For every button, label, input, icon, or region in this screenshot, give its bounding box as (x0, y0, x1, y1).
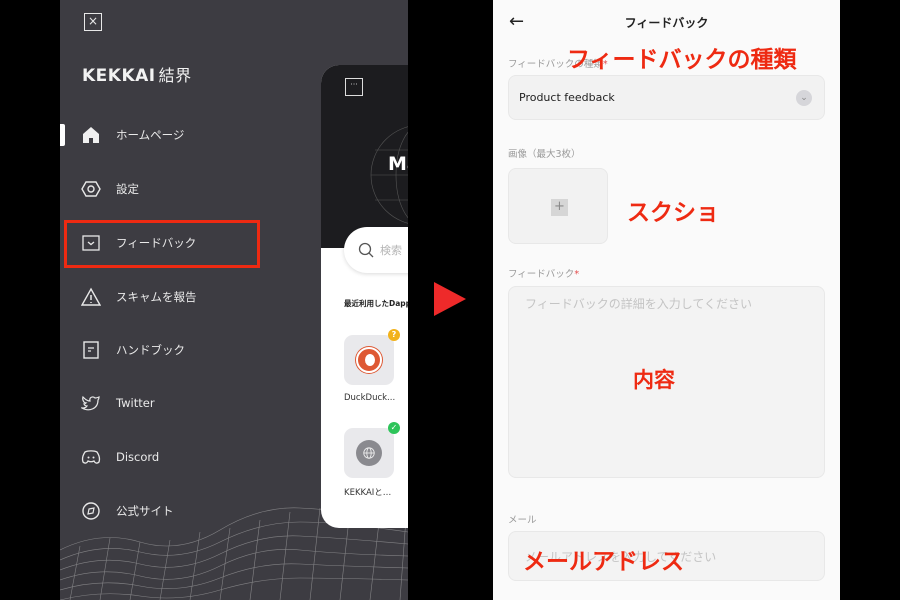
plus-icon: + (551, 199, 568, 216)
card-more-button[interactable]: ··· (345, 78, 363, 96)
screen: × KEKKAI 結界 ホームページ 設定 フィードバック スキャムを報告 ハン… (0, 0, 900, 600)
feedback-placeholder: フィードバックの詳細を入力してください (525, 297, 753, 311)
menu-item-settings[interactable]: 設定 (80, 176, 139, 202)
feedback-type-select[interactable]: Product feedback ⌄ (508, 75, 825, 120)
home-card-peek: ··· Ma 検索 最近利用したDapp ? DuckDuck... ✓ (321, 65, 408, 528)
image-upload-button[interactable]: + (508, 168, 608, 244)
card-search-bar[interactable]: 検索 (344, 227, 408, 273)
warning-triangle-icon (80, 286, 102, 308)
annotation-screenshot: スクショ (627, 200, 719, 226)
close-icon: × (87, 14, 99, 28)
image-label: 画像（最大3枚） (508, 149, 581, 160)
menu-item-official-site[interactable]: 公式サイト (80, 498, 174, 524)
dapp-tile[interactable]: ✓ (344, 422, 400, 478)
annotation-content: 内容 (633, 368, 675, 392)
settings-hexagon-icon (80, 178, 102, 200)
feedback-type-value: Product feedback (519, 91, 615, 104)
discord-icon (80, 446, 102, 468)
menu-item-handbook[interactable]: ハンドブック (80, 337, 185, 363)
page-title: フィードバック (624, 16, 709, 30)
more-icon: ··· (350, 80, 358, 89)
dapp-tile[interactable]: ? (344, 329, 400, 385)
menu-item-discord[interactable]: Discord (80, 444, 159, 470)
transition-arrow (434, 282, 466, 316)
handbook-icon (80, 339, 102, 361)
twitter-icon (80, 392, 102, 414)
close-menu-button[interactable]: × (84, 13, 102, 31)
dapp-name: KEKKAIと… (344, 488, 392, 498)
feedback-detail-label: フィードバック* (508, 269, 580, 280)
duckduckgo-icon (356, 347, 382, 373)
annotation-feedback-type: フィードバックの種類 (567, 47, 797, 73)
chevron-down-icon: ⌄ (796, 90, 812, 106)
search-icon (358, 242, 374, 258)
warning-badge: ? (388, 329, 400, 341)
recent-dapps-title: 最近利用したDapp (344, 299, 408, 308)
email-label: メール (508, 515, 537, 526)
card-heading: Ma (388, 153, 408, 175)
side-menu-screen: × KEKKAI 結界 ホームページ 設定 フィードバック スキャムを報告 ハン… (60, 0, 408, 600)
card-header: ··· Ma (321, 65, 408, 248)
dapp-item[interactable]: ✓ KEKKAIと… (344, 422, 400, 498)
menu-item-report-scam[interactable]: スキャムを報告 (80, 284, 197, 310)
feedback-highlight-annotation (64, 220, 260, 268)
kekkai-logo: KEKKAI 結界 (82, 66, 192, 86)
verified-badge: ✓ (388, 422, 400, 434)
menu-item-twitter[interactable]: Twitter (80, 390, 155, 416)
feedback-screen: ← フィードバック フィードバックの種類* Product feedback ⌄… (493, 0, 840, 600)
menu-item-home[interactable]: ホームページ (80, 122, 184, 148)
home-icon (80, 124, 102, 146)
annotation-email: メールアドレス (523, 549, 684, 575)
search-placeholder: 検索 (380, 244, 402, 257)
globe-icon (356, 440, 382, 466)
compass-icon (80, 500, 102, 522)
dapp-item[interactable]: ? DuckDuck... (344, 329, 400, 403)
dapp-name: DuckDuck... (344, 393, 396, 403)
active-indicator (60, 124, 65, 146)
